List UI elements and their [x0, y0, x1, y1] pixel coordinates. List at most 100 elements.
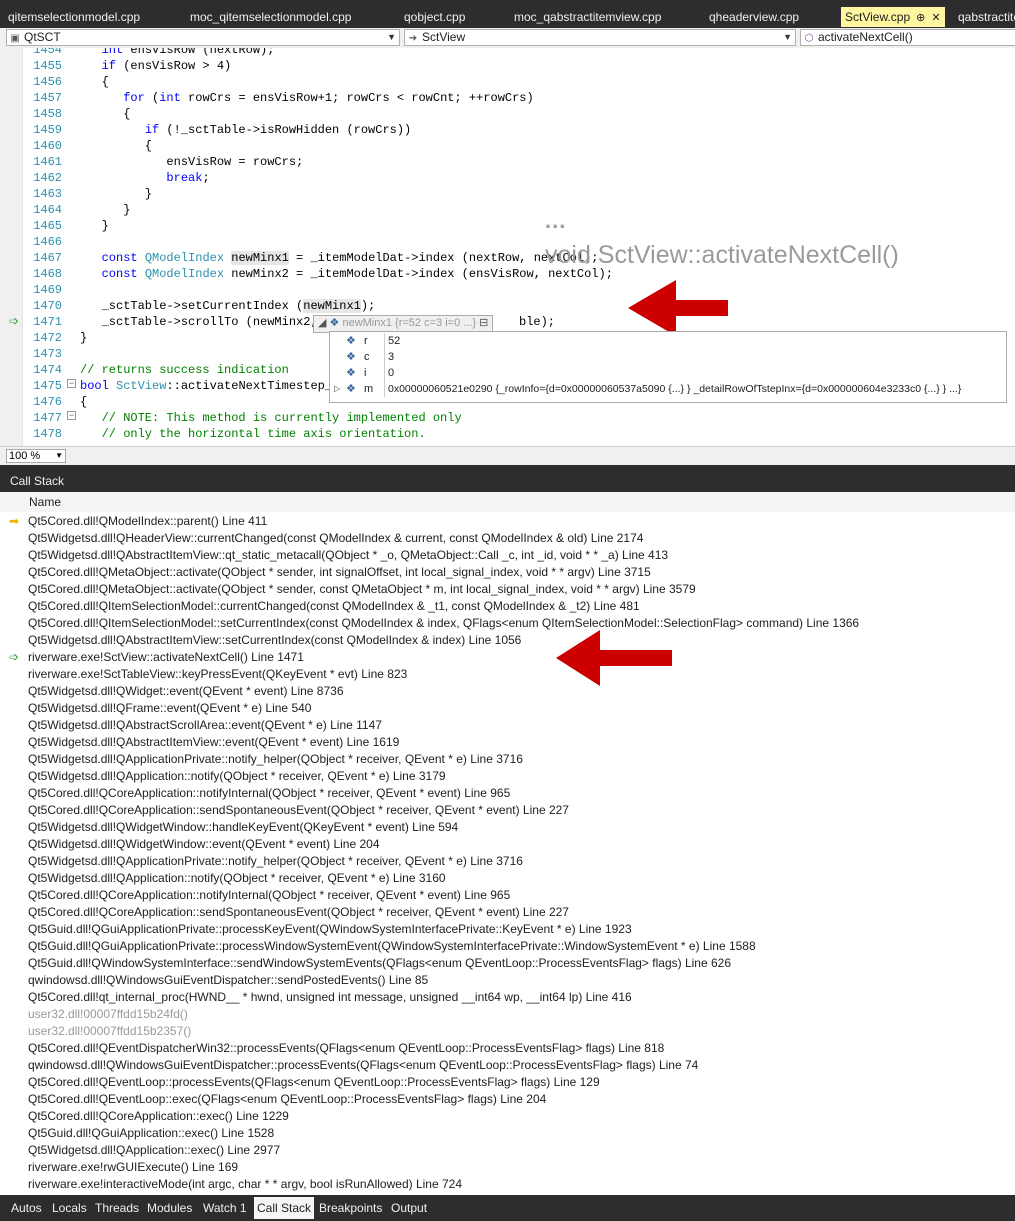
code-line[interactable]: } [80, 202, 130, 218]
callstack-frame[interactable]: Qt5Widgetsd.dll!QAbstractItemView::qt_st… [0, 547, 1015, 564]
code-line[interactable]: { [80, 138, 152, 154]
code-line[interactable]: { [80, 74, 109, 90]
callstack-frame[interactable]: Qt5Cored.dll!QMetaObject::activate(QObje… [0, 564, 1015, 581]
field-value[interactable]: 52 [384, 333, 400, 349]
tab-autos[interactable]: Autos [11, 1199, 42, 1217]
callstack-frame[interactable]: Qt5Cored.dll!QItemSelectionModel::curren… [0, 598, 1015, 615]
tab-call-stack[interactable]: Call Stack [254, 1197, 315, 1219]
pin-icon[interactable]: ⊕ [916, 8, 925, 28]
callstack-frame[interactable]: Qt5Widgetsd.dll!QApplicationPrivate::not… [0, 751, 1015, 768]
datatip-row[interactable]: ▷ ❖ m 0x00000060521e0290 {_rowInfo={d=0x000… [330, 381, 1006, 397]
callstack-frame[interactable]: Qt5Widgetsd.dll!QAbstractItemView::setCu… [0, 632, 1015, 649]
callstack-frame[interactable]: Qt5Guid.dll!QWindowSystemInterface::send… [0, 955, 1015, 972]
pin-datatip-icon[interactable]: ⊟ [479, 317, 488, 329]
code-line[interactable]: break; [80, 170, 209, 186]
callstack-frame[interactable]: riverware.exe!SctTableView::keyPressEven… [0, 666, 1015, 683]
tab-output[interactable]: Output [391, 1199, 427, 1217]
code-line[interactable]: { [80, 106, 130, 122]
code-line[interactable]: _sctTable->setCurrentIndex (newMinx1); [80, 298, 375, 314]
tab-threads[interactable]: Threads [95, 1199, 139, 1217]
callstack-frame[interactable]: Qt5Widgetsd.dll!QApplication::exec() Lin… [0, 1142, 1015, 1159]
column-name-header[interactable]: Name [29, 492, 61, 512]
callstack-frame[interactable]: Qt5Widgetsd.dll!QHeaderView::currentChan… [0, 530, 1015, 547]
callstack-frame[interactable]: Qt5Cored.dll!QCoreApplication::sendSpont… [0, 904, 1015, 921]
code-line[interactable]: if (!_sctTable->isRowHidden (rowCrs)) [80, 122, 411, 138]
tab-watch-1[interactable]: Watch 1 [203, 1199, 247, 1217]
field-value[interactable]: 0x00000060521e0290 {_rowInfo={d=0x000000… [384, 381, 961, 397]
tab-qabstractitemview[interactable]: qabstractite [954, 8, 1015, 26]
fold-toggle-icon[interactable]: − [67, 411, 76, 420]
callstack-frame[interactable]: Qt5Cored.dll!QCoreApplication::notifyInt… [0, 887, 1015, 904]
code-line[interactable]: } [80, 218, 109, 234]
code-line[interactable]: _sctTable->scrollTo (newMinx2, [80, 314, 318, 330]
tab-qheaderview[interactable]: qheaderview.cpp [705, 8, 803, 26]
callstack-frame[interactable]: riverware.exe!rwGUIExecute() Line 169 [0, 1159, 1015, 1176]
callstack-frame[interactable]: Qt5Cored.dll!QItemSelectionModel::setCur… [0, 615, 1015, 632]
callstack-frame[interactable]: Qt5Cored.dll!QCoreApplication::sendSpont… [0, 802, 1015, 819]
datatip-row[interactable]: ❖ r 52 [330, 333, 1006, 349]
callstack-frame[interactable]: Qt5Widgetsd.dll!QApplicationPrivate::not… [0, 853, 1015, 870]
callstack-frame[interactable]: Qt5Cored.dll!QEventDispatcherWin32::proc… [0, 1040, 1015, 1057]
code-line[interactable]: bool SctView::activateNextTimestep_h [80, 378, 339, 394]
tab-breakpoints[interactable]: Breakpoints [319, 1199, 382, 1217]
callstack-frame[interactable]: Qt5Widgetsd.dll!QFrame::event(QEvent * e… [0, 700, 1015, 717]
callstack-column-header[interactable]: Name [0, 492, 1015, 513]
datatip-row[interactable]: ❖ c 3 [330, 349, 1006, 365]
callstack-frame[interactable]: user32.dll!00007ffdd15b24fd() [0, 1006, 1015, 1023]
code-line[interactable]: for (int rowCrs = ensVisRow+1; rowCrs < … [80, 90, 533, 106]
callstack-frame[interactable]: qwindowsd.dll!QWindowsGuiEventDispatcher… [0, 972, 1015, 989]
tab-qitemselectionmodel[interactable]: qitemselectionmodel.cpp [4, 8, 144, 26]
callstack-frame[interactable]: Qt5Cored.dll!QEventLoop::processEvents(Q… [0, 1074, 1015, 1091]
callstack-frame[interactable]: Qt5Guid.dll!QGuiApplicationPrivate::proc… [0, 921, 1015, 938]
project-dropdown[interactable]: ▣ QtSCT ▼ [6, 29, 400, 46]
class-dropdown[interactable]: ➔ SctView ▼ [404, 29, 796, 46]
code-line[interactable]: // returns success indication [80, 362, 289, 378]
callstack-frame[interactable]: user32.dll!00007ffdd15b2357() [0, 1023, 1015, 1040]
expand-icon[interactable]: ▷ [334, 381, 340, 397]
datatip-row[interactable]: ❖ i 0 [330, 365, 1006, 381]
callstack-frame[interactable]: Qt5Widgetsd.dll!QApplication::notify(QOb… [0, 870, 1015, 887]
callstack-frame[interactable]: ➩ riverware.exe!SctView::activateNextCell… [0, 649, 1015, 666]
code-line[interactable]: } [80, 186, 152, 202]
callstack-frame[interactable]: Qt5Cored.dll!QCoreApplication::exec() Li… [0, 1108, 1015, 1125]
member-dropdown[interactable]: ⬡ activateNextCell() [800, 29, 1015, 46]
callstack-frame[interactable]: riverware.exe!interactiveMode(int argc, … [0, 1176, 1015, 1193]
callstack-frame[interactable]: qwindowsd.dll!QWindowsGuiEventDispatcher… [0, 1057, 1015, 1074]
callstack-list[interactable]: riverware.exe!interactiveMode(int argc, … [0, 512, 1015, 1195]
callstack-frame[interactable]: Qt5Cored.dll!qt_internal_proc(HWND__ * h… [0, 989, 1015, 1006]
callstack-frame[interactable]: Qt5Widgetsd.dll!QAbstractItemView::event… [0, 734, 1015, 751]
callstack-frame[interactable]: Qt5Guid.dll!QGuiApplicationPrivate::proc… [0, 938, 1015, 955]
close-icon[interactable]: ✕ [931, 8, 940, 28]
callstack-frame[interactable]: ➡ Qt5Cored.dll!QModelIndex::parent() Line… [0, 513, 1015, 530]
code-line[interactable]: ensVisRow = rowCrs; [80, 154, 303, 170]
callstack-frame[interactable]: Qt5Guid.dll!QGuiApplication::exec() Line… [0, 1125, 1015, 1142]
tab-modules[interactable]: Modules [147, 1199, 192, 1217]
field-value[interactable]: 3 [384, 349, 394, 365]
collapse-icon[interactable]: ◢ [318, 317, 326, 329]
code-line[interactable]: { [80, 394, 87, 410]
callstack-frame[interactable]: Qt5Widgetsd.dll!QAbstractScrollArea::eve… [0, 717, 1015, 734]
callstack-frame[interactable]: Qt5Widgetsd.dll!QWidgetWindow::event(QEv… [0, 836, 1015, 853]
tab-sctview[interactable]: SctView.cpp ⊕ ✕ [841, 7, 945, 27]
code-editor[interactable]: 1454 1455 1456 1457 1458 1459 1460 1461 … [0, 48, 1015, 446]
code-line[interactable]: if (ensVisRow > 4) [80, 58, 232, 74]
callstack-frame[interactable]: Qt5Cored.dll!QEventLoop::exec(QFlags<enu… [0, 1091, 1015, 1108]
editor-gutter[interactable] [0, 48, 23, 446]
code-line[interactable]: // NOTE: This method is currently implem… [80, 410, 462, 426]
callstack-frame[interactable]: Qt5Widgetsd.dll!QWidgetWindow::handleKey… [0, 819, 1015, 836]
code-line[interactable]: int ensVisRow (nextRow); [80, 48, 275, 58]
callstack-frame[interactable]: Qt5Widgetsd.dll!QWidget::event(QEvent * … [0, 683, 1015, 700]
tab-moc-qitemselectionmodel[interactable]: moc_qitemselectionmodel.cpp [186, 8, 355, 26]
tab-locals[interactable]: Locals [52, 1199, 87, 1217]
zoom-dropdown[interactable]: 100 % ▼ [6, 449, 66, 463]
tab-qobject[interactable]: qobject.cpp [400, 8, 469, 26]
fold-toggle-icon[interactable]: − [67, 379, 76, 388]
code-line[interactable]: // only the horizontal time axis orienta… [80, 426, 426, 442]
tab-moc-qabstractitemview[interactable]: moc_qabstractitemview.cpp [510, 8, 665, 26]
code-line[interactable]: const QModelIndex newMinx1 = _itemModelD… [80, 250, 599, 266]
code-line[interactable]: const QModelIndex newMinx2 = _itemModelD… [80, 266, 613, 282]
field-value[interactable]: 0 [384, 365, 394, 381]
callstack-frame[interactable]: Qt5Widgetsd.dll!QApplication::notify(QOb… [0, 768, 1015, 785]
callstack-frame[interactable]: Qt5Cored.dll!QMetaObject::activate(QObje… [0, 581, 1015, 598]
code-line[interactable]: } [80, 330, 87, 346]
